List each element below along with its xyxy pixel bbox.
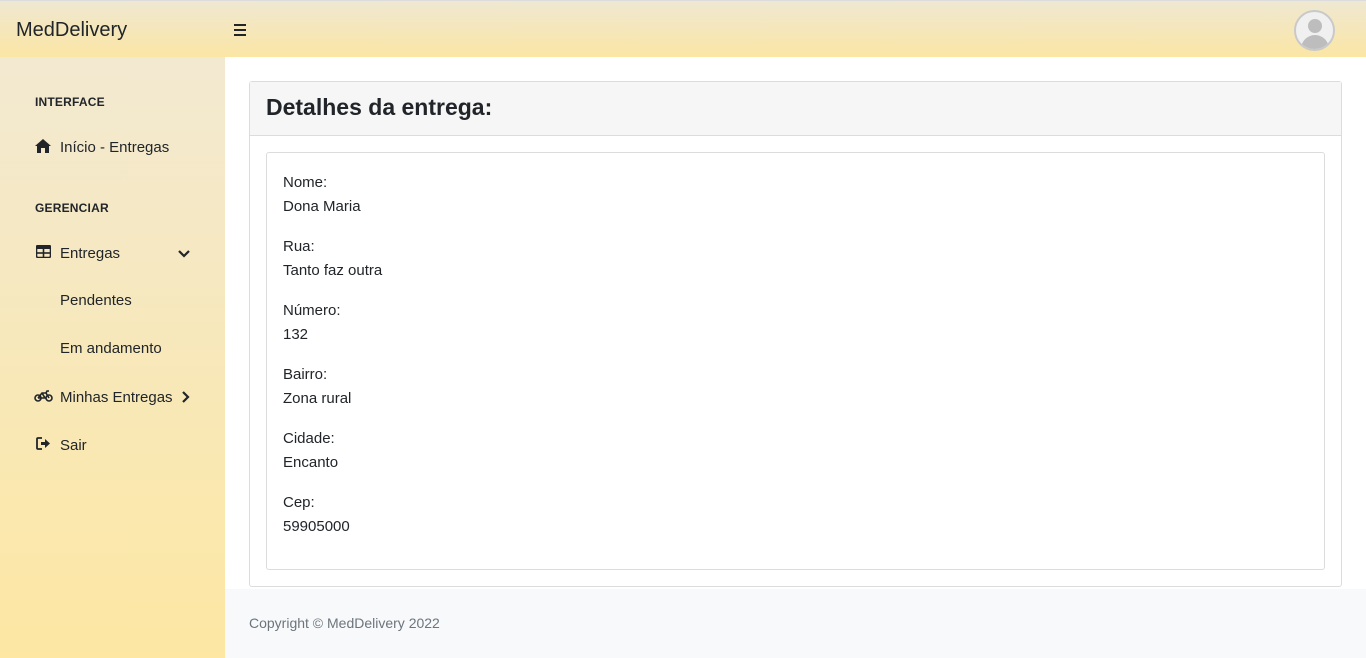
field-label: Cidade:	[283, 430, 335, 447]
sidebar-subitem-pendentes[interactable]: Pendentes	[60, 292, 132, 309]
user-avatar[interactable]	[1294, 10, 1335, 51]
table-icon	[34, 244, 52, 261]
sidebar-item-inicio[interactable]: Início - Entregas	[34, 135, 169, 159]
footer: Copyright © MedDelivery 2022	[225, 589, 1366, 658]
page-title: Detalhes da entrega:	[250, 82, 1341, 136]
field-bairro: Bairro: Zona rural	[283, 363, 1308, 411]
field-rua: Rua: Tanto faz outra	[283, 235, 1308, 283]
home-icon	[34, 138, 52, 156]
field-numero: Número: 132	[283, 299, 1308, 347]
menu-icon-bar	[234, 29, 246, 31]
brand-logo-text[interactable]: MedDelivery	[16, 18, 127, 42]
field-label: Bairro:	[283, 366, 328, 383]
sidebar-item-sair[interactable]: Sair	[34, 433, 87, 457]
sidebar-toggle-button[interactable]	[230, 20, 250, 40]
sidebar-heading-interface: INTERFACE	[35, 95, 105, 109]
field-value: 59905000	[283, 518, 350, 535]
field-value: Dona Maria	[283, 198, 361, 215]
avatar-body-shape	[1301, 35, 1329, 49]
sidebar-item-label: Entregas	[60, 244, 121, 262]
copyright-text: Copyright © MedDelivery 2022	[249, 615, 440, 631]
main-content: Detalhes da entrega: Nome: Dona Maria Ru…	[225, 57, 1366, 658]
sidebar-item-entregas[interactable]: Entregas	[34, 241, 120, 265]
menu-icon-bar	[234, 34, 246, 36]
avatar-head-shape	[1308, 19, 1322, 33]
field-value: 132	[283, 326, 309, 343]
sidebar-item-label: Sair	[60, 436, 87, 454]
sidebar-heading-gerenciar: GERENCIAR	[35, 201, 109, 215]
chevron-down-icon[interactable]	[177, 248, 191, 260]
sidebar-item-label: Início - Entregas	[60, 138, 170, 156]
field-cidade: Cidade: Encanto	[283, 427, 1308, 475]
field-label: Cep:	[283, 494, 315, 511]
field-value: Tanto faz outra	[283, 262, 383, 279]
field-label: Rua:	[283, 238, 315, 255]
sidebar-item-label: Minhas Entregas	[60, 388, 173, 406]
field-label: Nome:	[283, 174, 328, 191]
sidebar: INTERFACE Início - Entregas GERENCIAR En…	[0, 57, 225, 658]
field-cep: Cep: 59905000	[283, 491, 1308, 539]
field-value: Encanto	[283, 454, 339, 471]
menu-icon-bar	[234, 24, 246, 26]
sign-out-icon	[34, 437, 52, 453]
sidebar-item-minhas-entregas[interactable]: Minhas Entregas	[34, 385, 173, 409]
field-value: Zona rural	[283, 390, 352, 407]
delivery-details-card: Detalhes da entrega: Nome: Dona Maria Ru…	[249, 81, 1342, 587]
top-navbar: MedDelivery	[0, 0, 1366, 57]
details-list: Nome: Dona Maria Rua: Tanto faz outra Nú…	[266, 152, 1325, 570]
sidebar-subitem-em-andamento[interactable]: Em andamento	[60, 340, 162, 357]
motorcycle-icon	[34, 389, 53, 405]
field-nome: Nome: Dona Maria	[283, 171, 1308, 219]
field-label: Número:	[283, 302, 341, 319]
chevron-right-icon[interactable]	[180, 390, 190, 404]
